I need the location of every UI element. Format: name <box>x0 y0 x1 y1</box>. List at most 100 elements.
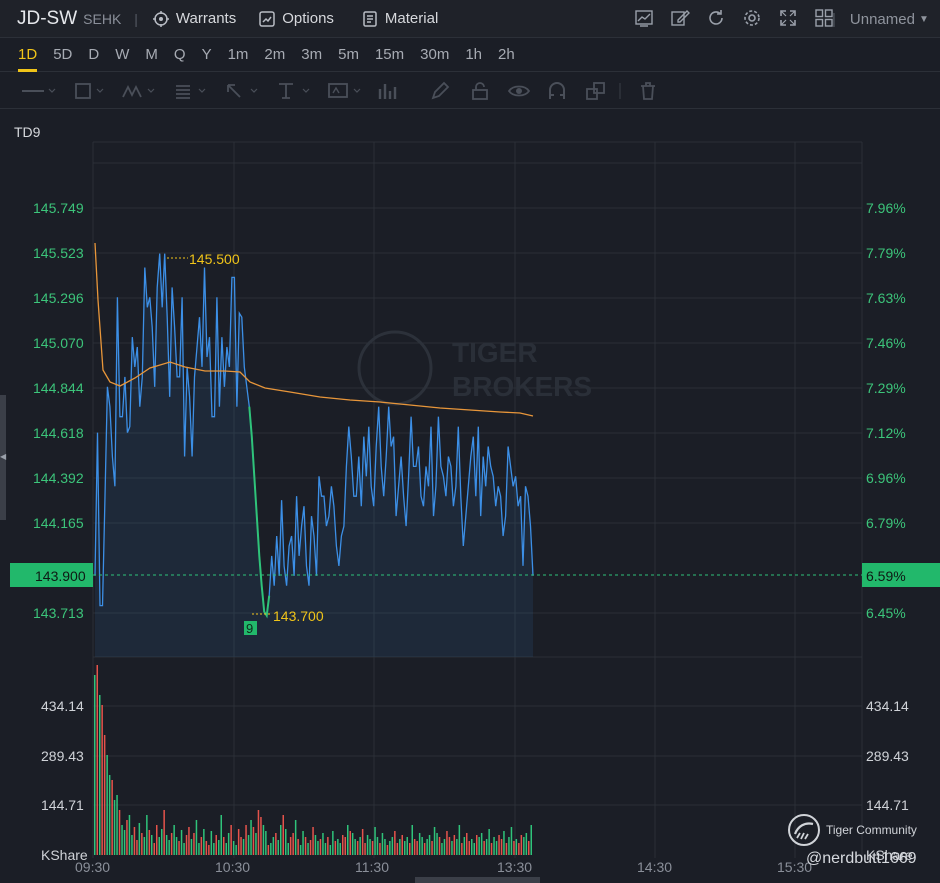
volume-bar <box>431 841 433 855</box>
volume-axis-label: 289.43 <box>866 748 909 764</box>
divider: | <box>134 10 138 27</box>
period-tab-15m[interactable]: 15m <box>367 38 412 72</box>
volume-bar <box>418 833 421 855</box>
note-tool-icon[interactable] <box>327 81 363 101</box>
fib-tool-icon[interactable] <box>173 81 209 101</box>
current-price-value: 143.900 <box>35 568 86 584</box>
volume-bar <box>381 833 384 855</box>
pct-axis-label: 6.79% <box>866 515 906 531</box>
drawing-toolbar <box>0 73 940 109</box>
intraday-chart[interactable]: TIGERBROKERS 145.500 143.700 9 143.900 6.59% 1… <box>0 110 940 883</box>
rectangle-tool-icon[interactable] <box>73 81 109 101</box>
volume-bar <box>503 831 505 855</box>
top-bar: JD-SW SEHK | Warrants Options Material |… <box>0 0 940 38</box>
volume-bar <box>451 841 453 855</box>
chart-type-icon[interactable] <box>634 8 654 28</box>
volume-bar <box>396 843 399 855</box>
period-tab-5m[interactable]: 5m <box>330 38 367 72</box>
time-axis-label: 09:30 <box>75 859 110 875</box>
period-tab-2m[interactable]: 2m <box>256 38 293 72</box>
stock-symbol[interactable]: JD-SW <box>17 8 77 30</box>
volume-bar <box>252 827 255 855</box>
volume-bar <box>262 825 265 855</box>
volume-bar <box>151 835 153 855</box>
visibility-icon[interactable] <box>508 81 530 101</box>
volume-bar <box>409 843 411 855</box>
volume-bar <box>404 841 406 855</box>
period-tab-w[interactable]: W <box>107 38 137 72</box>
volume-bar <box>297 839 299 855</box>
magnet-icon[interactable] <box>547 81 567 101</box>
period-tab-m[interactable]: M <box>137 38 166 72</box>
time-axis-label: 10:30 <box>215 859 250 875</box>
options-button[interactable]: Options <box>258 10 334 28</box>
volume-bar <box>389 841 391 855</box>
volume-bar <box>270 843 272 855</box>
volume-bar <box>245 825 247 855</box>
volume-bar <box>421 837 423 855</box>
period-tab-1h[interactable]: 1h <box>457 38 490 72</box>
trash-icon[interactable] <box>638 81 658 101</box>
volume-bar <box>213 843 215 855</box>
volume-bar <box>339 843 341 855</box>
volume-bar <box>319 839 322 855</box>
settings-icon[interactable] <box>742 8 762 28</box>
period-tab-3m[interactable]: 3m <box>293 38 330 72</box>
volume-bar <box>188 827 190 855</box>
pct-axis-label: 6.96% <box>866 470 906 486</box>
volume-bar <box>225 843 227 855</box>
volume-bar <box>478 837 480 855</box>
volume-bar <box>329 845 332 855</box>
divider <box>619 83 621 99</box>
volume-bar <box>411 825 413 855</box>
period-tab-30m[interactable]: 30m <box>412 38 457 72</box>
period-tab-2h[interactable]: 2h <box>490 38 523 72</box>
period-tab-5d[interactable]: 5D <box>45 38 80 72</box>
material-icon <box>363 10 377 27</box>
volume-bar <box>371 841 374 855</box>
volume-bar <box>384 839 386 855</box>
warrants-button[interactable]: Warrants <box>152 10 236 28</box>
indicator-tool-icon[interactable] <box>377 81 401 101</box>
layout-name-dropdown[interactable]: | Unnamed ▼ <box>832 0 940 38</box>
volume-bar <box>146 815 148 855</box>
volume-bar <box>438 837 441 855</box>
volume-bar <box>466 833 468 855</box>
chevron-down-icon: ▼ <box>918 13 929 25</box>
material-button[interactable]: Material <box>361 10 438 28</box>
volume-bar <box>255 833 257 855</box>
text-tool-icon[interactable] <box>276 81 312 101</box>
line-tool-icon[interactable] <box>20 81 56 101</box>
pct-axis-label: 6.45% <box>866 605 906 621</box>
period-tab-y[interactable]: Y <box>194 38 220 72</box>
volume-bar <box>304 837 307 855</box>
fullscreen-icon[interactable] <box>778 8 798 28</box>
volume-bar <box>386 845 389 855</box>
period-tab-q[interactable]: Q <box>166 38 194 72</box>
volume-bar <box>356 841 359 855</box>
volume-bar <box>488 829 490 855</box>
period-tab-1m[interactable]: 1m <box>220 38 257 72</box>
layout-grid-icon[interactable] <box>814 8 834 28</box>
volume-bar <box>131 835 133 855</box>
price-area-fill <box>95 253 533 657</box>
period-tab-1d[interactable]: 1D <box>10 38 45 72</box>
period-tab-d[interactable]: D <box>80 38 107 72</box>
volume-bar <box>267 845 270 855</box>
time-scroll-handle[interactable] <box>415 877 540 883</box>
link-icon[interactable] <box>585 81 607 101</box>
volume-bar <box>426 839 428 855</box>
volume-bar <box>510 827 513 855</box>
refresh-icon[interactable] <box>706 8 726 28</box>
material-label: Material <box>384 10 439 27</box>
arrow-tool-icon[interactable] <box>224 81 260 101</box>
volume-bar <box>289 837 292 855</box>
pattern-tool-icon[interactable] <box>121 81 157 101</box>
volume-bar <box>344 837 346 855</box>
volume-bar <box>354 839 356 855</box>
pencil-icon[interactable] <box>430 81 450 101</box>
volume-bar <box>416 841 418 855</box>
lock-icon[interactable] <box>470 81 490 101</box>
edit-icon[interactable] <box>670 8 690 28</box>
volume-bar <box>235 845 237 855</box>
